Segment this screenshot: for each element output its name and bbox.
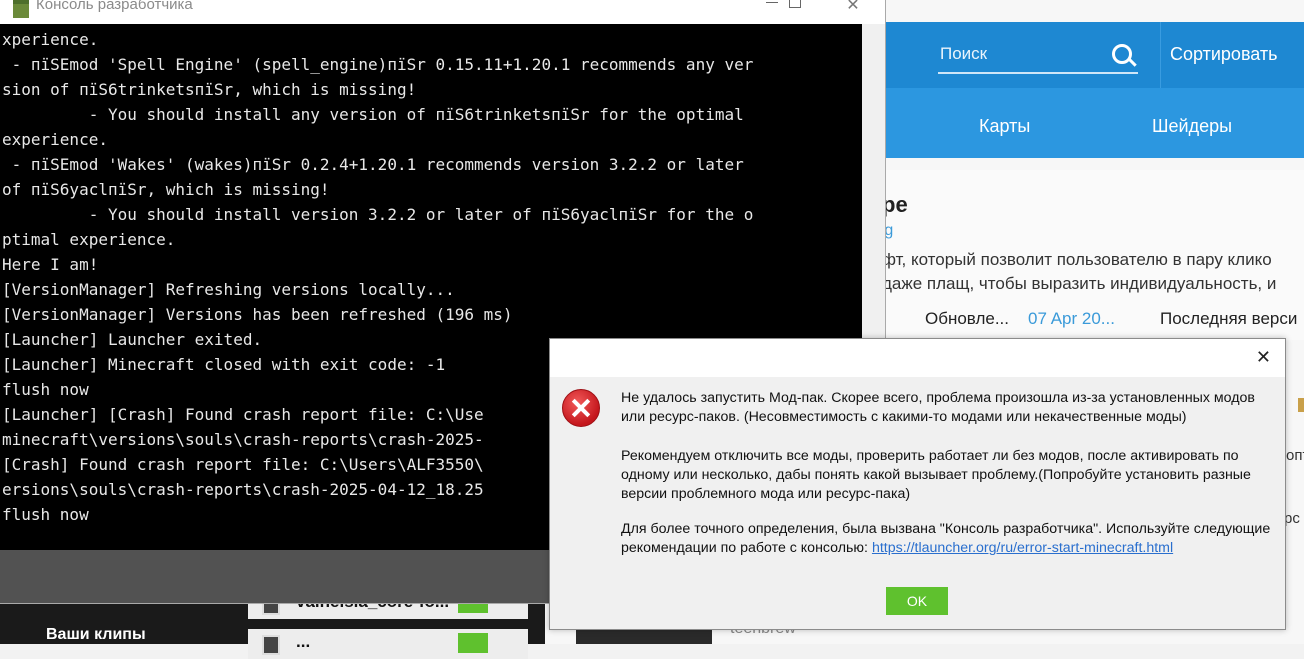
maximize-button[interactable] <box>775 0 819 18</box>
search-icon[interactable] <box>1112 44 1132 64</box>
minecraft-block-icon <box>13 0 29 18</box>
maximize-icon <box>789 0 801 8</box>
search-input[interactable]: Поиск <box>938 38 1138 74</box>
close-icon[interactable]: ✕ <box>1256 347 1271 368</box>
error-icon <box>562 389 600 427</box>
list-item[interactable]: ... <box>248 629 528 659</box>
sort-button[interactable]: Сортировать <box>1170 44 1278 65</box>
file-icon <box>262 635 280 655</box>
dialog-recommendation: Рекомендуем отключить все моды, проверит… <box>621 448 1251 502</box>
launcher-tabs-bar <box>884 88 1304 158</box>
mod-card-description: даже плащ, чтобы выразить индивидуальнос… <box>882 274 1277 293</box>
edge-item-icon <box>1298 398 1304 412</box>
topbar-divider <box>1160 22 1161 88</box>
list-item-label: ... <box>296 632 311 651</box>
error-dialog: ✕ Не удалось запустить Мод-пак. Скорее в… <box>549 338 1286 630</box>
edge-text-fragment: рс <box>1284 510 1300 527</box>
mod-card-date: 07 Apr 20... <box>1028 309 1115 328</box>
dialog-console-note: Для более точного определения, была вызв… <box>621 520 1281 558</box>
ok-button[interactable]: OK <box>886 587 948 615</box>
search-placeholder: Поиск <box>940 44 988 63</box>
mod-card-last-version-label: Последняя верси <box>1160 309 1298 328</box>
tab-maps[interactable]: Карты <box>979 116 1030 137</box>
close-button[interactable]: ✕ <box>831 0 875 18</box>
tab-shaders[interactable]: Шейдеры <box>1152 116 1232 137</box>
error-help-link[interactable]: https://tlauncher.org/ru/error-start-min… <box>872 540 1173 556</box>
status-badge <box>458 633 488 653</box>
dialog-message: Не удалось запустить Мод-пак. Скорее все… <box>621 390 1255 425</box>
mod-card-description: фт, который позволит пользователю в пару… <box>882 250 1272 269</box>
mod-card-updated-label: Обновле... <box>925 309 1009 328</box>
edge-text-fragment: опт <box>1286 447 1304 464</box>
console-title: Консоль разработчика <box>36 0 193 13</box>
sidebar-item-clips[interactable]: Ваши клипы <box>46 626 146 644</box>
console-titlebar[interactable]: Консоль разработчика ✕ <box>0 0 885 24</box>
